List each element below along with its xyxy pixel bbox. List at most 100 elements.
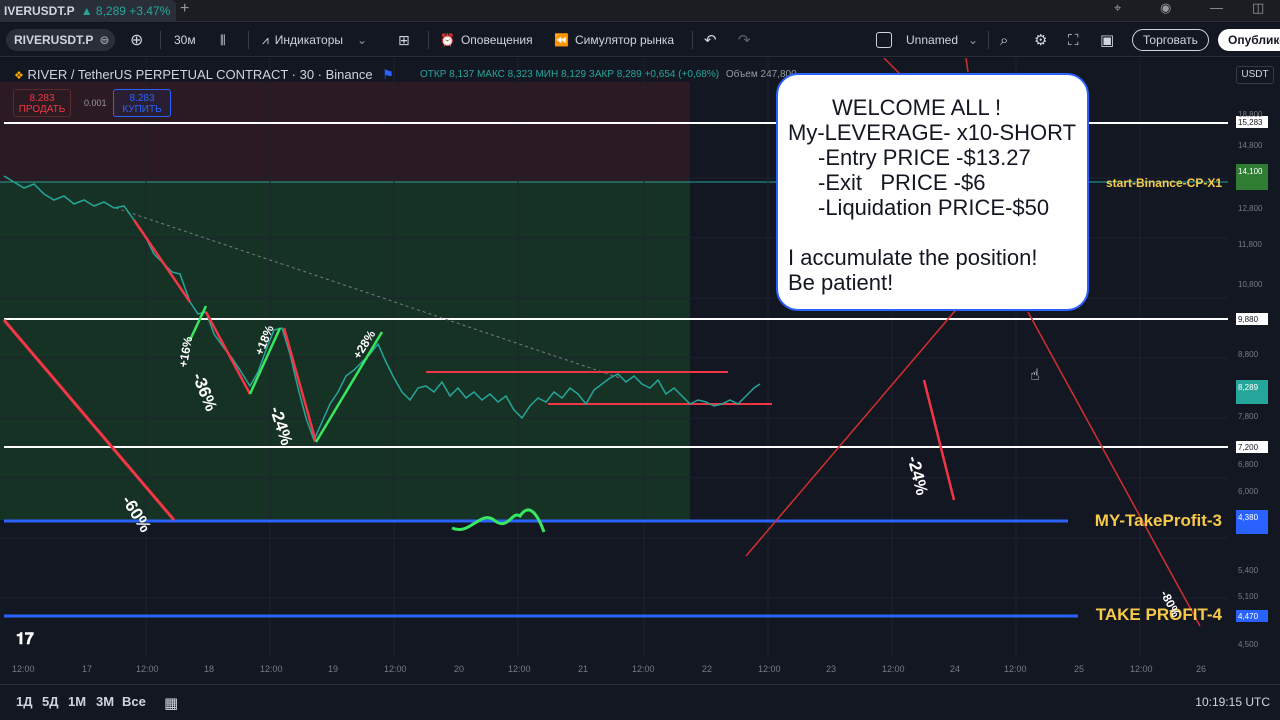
time-axis-label: 19 [328, 664, 339, 674]
buy-button[interactable]: 8.283 КУПИТЬ [113, 89, 171, 117]
camera-snapshot-icon[interactable]: ▣ [1100, 29, 1114, 51]
indicators-button[interactable]: ⩘ Индикаторы ⌄ [262, 29, 367, 51]
take-profit-4-label[interactable]: TAKE PROFIT-4 [1096, 605, 1222, 625]
projection-line-down[interactable] [1027, 311, 1201, 627]
settings-gear-icon[interactable]: ⚙ [1034, 29, 1047, 51]
minimize-button[interactable]: — [1210, 0, 1223, 15]
compare-icon[interactable]: ⊜ [99, 33, 109, 47]
redo-icon[interactable]: ↷ [738, 29, 751, 51]
trade-button[interactable]: Торговать [1132, 29, 1209, 51]
undo-icon[interactable]: ↶ [704, 29, 717, 51]
range-all-button[interactable]: Все [122, 694, 146, 709]
indicators-label: Индикаторы [274, 33, 343, 47]
alarm-clock-icon: ⏰ [440, 33, 455, 47]
range-3m-button[interactable]: 3М [96, 694, 114, 709]
time-axis-label: 26 [1196, 664, 1207, 674]
price-axis-label: 8,800 [1238, 350, 1259, 359]
replay-button[interactable]: ⏪ Симулятор рынка [554, 29, 674, 51]
tab-change: ▲ 8,289 +3.47% [80, 4, 171, 18]
quick-search-icon[interactable]: ⌕ [1000, 29, 1008, 51]
welcome-callout[interactable]: WELCOME ALL ! My-LEVERAGE- x10-SHORT -En… [776, 73, 1089, 311]
new-tab-icon[interactable]: + [180, 0, 189, 18]
time-axis-label: 25 [1074, 664, 1085, 674]
price-tag-tp3: 4,380 [1238, 513, 1259, 522]
price-tag-start: 14,100 [1238, 167, 1263, 176]
time-axis-label: 12:00 [260, 664, 283, 674]
extension-icon[interactable]: ⌖ [1114, 0, 1121, 16]
chevron-down-icon: ⌄ [357, 33, 368, 47]
price-axis-label: 11,800 [1238, 240, 1262, 249]
price-axis-label: 6,000 [1238, 487, 1259, 496]
add-symbol-icon[interactable]: ⊕ [130, 29, 143, 51]
layout-checkbox-icon [876, 32, 892, 48]
time-axis-label: 17 [82, 664, 93, 674]
take-profit-3-label[interactable]: MY-TakeProfit-3 [1095, 511, 1222, 531]
time-axis-label: 21 [578, 664, 589, 674]
layout-selector[interactable]: Unnamed ⌄ [876, 29, 978, 51]
exit-price-line: -Exit PRICE -$6 [818, 170, 986, 195]
time-axis-label: 12:00 [136, 664, 159, 674]
river-logo-icon: ❖ [14, 70, 24, 82]
legend-title: RIVER / TetherUS PERPETUAL CONTRACT · 30… [27, 67, 373, 82]
mouse-cursor-icon: ☝ [1030, 367, 1040, 384]
price-tag-tp4: 4,470 [1238, 612, 1259, 621]
symbol-search-button[interactable]: RIVERUSDT.P ⊜ [6, 29, 116, 51]
chart-legend-title[interactable]: ❖ RIVER / TetherUS PERPETUAL CONTRACT · … [14, 67, 394, 83]
browser-tab-strip: IVERUSDT.P ▲ 8,289 +3.47% + ⌖ ◉ — ◫ [0, 0, 1280, 22]
liquidation-price-line: -Liquidation PRICE-$50 [818, 195, 1050, 220]
time-axis-label: 12:00 [384, 664, 407, 674]
projection-line-up[interactable] [745, 297, 967, 557]
welcome-title: WELCOME ALL ! [832, 95, 1002, 120]
tradingview-logo-icon: 𝟏𝟕 [16, 631, 34, 648]
time-axis-label: 12:00 [882, 664, 905, 674]
entry-price-line: -Entry PRICE -$13.27 [818, 145, 1031, 170]
interval-button[interactable]: 30м [174, 29, 196, 51]
range-5d-button[interactable]: 5Д [42, 694, 59, 709]
price-tag-9880: 9,880 [1238, 315, 1259, 324]
time-axis-label: 12:00 [508, 664, 531, 674]
price-axis-label: 5,400 [1238, 566, 1259, 575]
time-axis-label: 24 [950, 664, 961, 674]
range-1d-button[interactable]: 1Д [16, 694, 33, 709]
sell-button[interactable]: 8.283 ПРОДАТЬ [13, 89, 71, 117]
time-axis-label: 22 [702, 664, 713, 674]
time-axis-label: 12:00 [632, 664, 655, 674]
short-position-risk-zone [0, 82, 690, 182]
toolbar-divider [428, 31, 429, 49]
alerts-button[interactable]: ⏰ Оповещения [440, 29, 533, 51]
browser-tab[interactable]: IVERUSDT.P ▲ 8,289 +3.47% [0, 0, 176, 22]
toolbar-divider [988, 31, 989, 49]
templates-icon[interactable]: ⊞ [398, 29, 410, 51]
patience-line: Be patient! [788, 270, 894, 295]
range-1m-button[interactable]: 1М [68, 694, 86, 709]
projection-line-top-2[interactable] [965, 58, 969, 73]
price-axis-label: 7,800 [1238, 412, 1259, 421]
start-binance-label[interactable]: start-Binance-CP-X1 [1106, 176, 1222, 190]
chart-type-icon[interactable]: ⫼ [220, 29, 226, 51]
date-range-calendar-icon[interactable]: ▦ [164, 694, 178, 712]
fullscreen-icon[interactable]: ⛶ [1068, 29, 1079, 51]
flag-icon[interactable]: ⚑ [382, 67, 394, 82]
publish-button[interactable]: Опубликовать [1218, 29, 1280, 51]
price-tag-top: 15,283 [1238, 118, 1263, 127]
time-axis-label: 12:00 [1130, 664, 1153, 674]
spread-value: 0.001 [84, 98, 107, 108]
price-axis-label: 6,800 [1238, 460, 1259, 469]
price-axis-label: 10,800 [1238, 280, 1263, 289]
accumulate-line: I accumulate the position! [788, 245, 1038, 270]
buy-label: КУПИТЬ [122, 104, 162, 115]
buy-price: 8.283 [129, 93, 155, 104]
price-axis-label: 5,100 [1238, 592, 1259, 601]
short-position-profit-zone [0, 182, 690, 520]
legend-ohlc-values: ОТКР 8,137 МАКС 8,323 МИН 8,129 ЗАКР 8,2… [420, 69, 720, 80]
time-axis-label: 23 [826, 664, 837, 674]
rewind-icon: ⏪ [554, 33, 569, 47]
time-axis-label: 18 [204, 664, 215, 674]
bottom-toolbar: 1Д 5Д 1М 3М Все ▦ 10:19:15 UTC [0, 684, 1280, 720]
account-icon[interactable]: ◉ [1160, 0, 1171, 16]
legend-ohlc: ОТКР 8,137 МАКС 8,323 МИН 8,129 ЗАКР 8,2… [420, 69, 797, 80]
restore-button[interactable]: ◫ [1252, 0, 1264, 16]
top-toolbar: RIVERUSDT.P ⊜ ⊕ 30м ⫼ ⩘ Индикаторы ⌄ ⊞ ⏰… [0, 23, 1280, 57]
utc-clock[interactable]: 10:19:15 UTC [1195, 695, 1270, 709]
currency-selector[interactable]: USDT [1236, 66, 1274, 84]
